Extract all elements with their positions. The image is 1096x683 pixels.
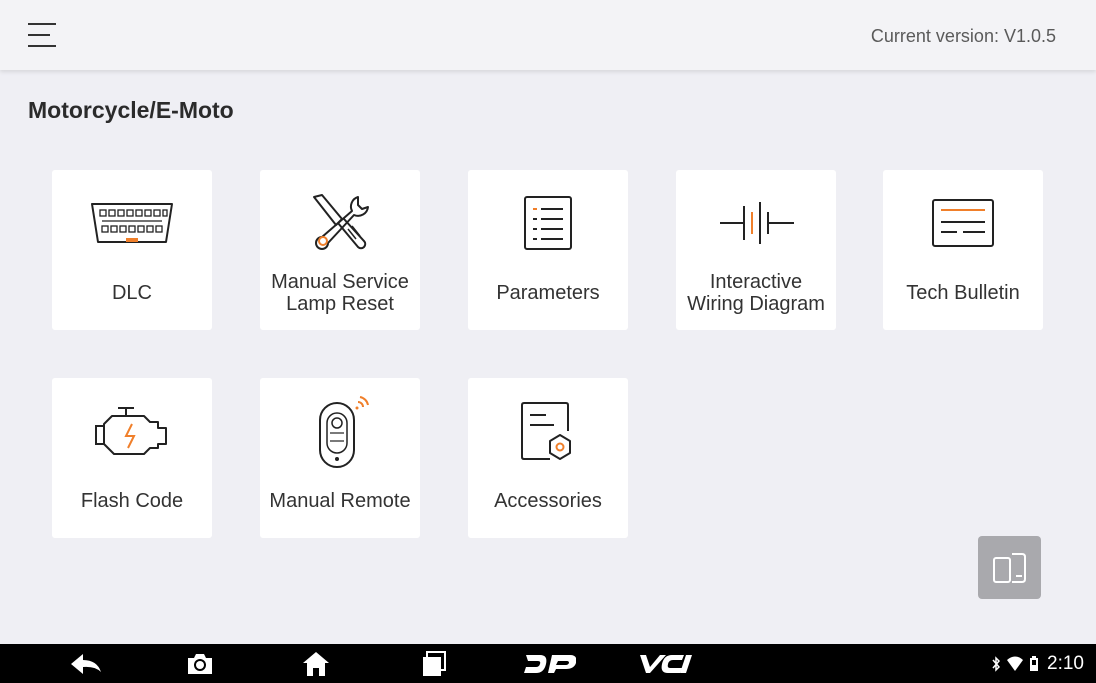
bluetooth-icon: [992, 655, 1001, 672]
tile-label: Accessories: [494, 490, 602, 512]
back-button[interactable]: [64, 644, 108, 683]
vci-logo-icon: [640, 654, 692, 673]
clock-time: 2:10: [1047, 652, 1084, 674]
device-switch-icon: [992, 552, 1026, 583]
home-button[interactable]: [296, 644, 336, 683]
tile-tech-bulletin[interactable]: Tech Bulletin: [883, 170, 1043, 330]
vci-button[interactable]: [636, 644, 696, 683]
tile-flash-code[interactable]: Flash Code: [52, 378, 212, 538]
tile-label: DLC: [111, 282, 152, 304]
tile-label: Tech Bulletin: [906, 282, 1020, 304]
dp-logo-icon: [524, 654, 576, 673]
battery-icon: [1030, 655, 1039, 671]
bulletin-icon: [932, 199, 994, 247]
document-settings-icon: [521, 402, 571, 460]
camera-icon: [188, 653, 212, 674]
back-arrow-icon: [71, 653, 101, 674]
top-bar: Current version: V1.0.5: [0, 0, 1096, 70]
tile-label: Interactive Wiring Diagram: [687, 271, 825, 315]
tile-dlc[interactable]: DLC: [52, 170, 212, 330]
tile-label: Flash Code: [80, 490, 184, 512]
status-area: 2:10: [991, 644, 1084, 683]
obd-connector-icon: [91, 203, 173, 243]
section-title: Motorcycle/E-Moto: [28, 97, 234, 123]
device-switch-button[interactable]: [978, 536, 1041, 599]
car-key-remote-icon: [319, 396, 369, 468]
dp-button[interactable]: [522, 644, 578, 683]
battery-circuit-icon: [720, 202, 794, 244]
tile-parameters[interactable]: Parameters: [468, 170, 628, 330]
tile-accessories[interactable]: Accessories: [468, 378, 628, 538]
home-icon: [303, 651, 329, 676]
hamburger-menu-icon: [28, 23, 56, 47]
tile-manual-remote[interactable]: Manual Remote: [260, 378, 420, 538]
recent-apps-button[interactable]: [414, 644, 454, 683]
engine-icon: [95, 407, 167, 455]
tile-label: Parameters: [496, 282, 600, 304]
version-text: Current version: V1.0.5: [870, 26, 1056, 46]
tile-interactive-wiring-diagram[interactable]: Interactive Wiring Diagram: [676, 170, 836, 330]
tile-manual-service-lamp-reset[interactable]: Manual Service Lamp Reset: [260, 170, 420, 330]
navigation-bar: 2:10: [0, 644, 1096, 683]
menu-button[interactable]: [22, 17, 62, 53]
list-document-icon: [524, 196, 572, 250]
screenshot-button[interactable]: [180, 644, 220, 683]
wrench-screwdriver-icon: [313, 194, 369, 250]
recent-apps-icon: [423, 650, 446, 676]
tile-label: Manual Service Lamp Reset: [271, 271, 409, 315]
tile-label: Manual Remote: [269, 490, 411, 512]
wifi-icon: [1007, 656, 1024, 671]
